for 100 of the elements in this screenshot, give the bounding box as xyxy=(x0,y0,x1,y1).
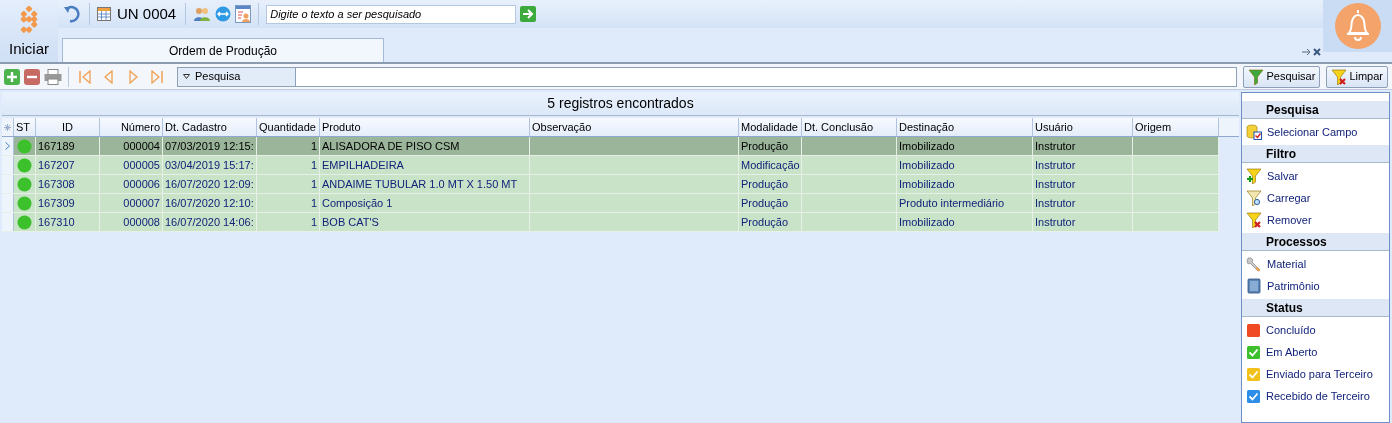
row-selector[interactable] xyxy=(2,175,14,193)
table-cell-text: 167310 xyxy=(38,214,75,230)
table-row[interactable]: 167207 000005 03/04/2019 15:17: 1 EMPILHADEIRA Modificação Imobilizado Instrutor xyxy=(2,156,1219,175)
table-cell-text: Instrutor xyxy=(1035,176,1076,192)
panel-link[interactable]: Enviado para Terceiro xyxy=(1266,365,1373,383)
column-header[interactable]: ST xyxy=(14,118,36,136)
panel-link[interactable]: Carregar xyxy=(1267,189,1311,207)
start-button[interactable]: Iniciar xyxy=(0,0,58,62)
column-header[interactable]: Observação xyxy=(530,118,739,136)
table-cell-text: 000008 xyxy=(123,214,160,230)
table-row[interactable]: 167308 000006 16/07/2020 12:09: 1 ANDAIME TUBULAR 1.0 MT X 1.50 MT Produção Imobilizado Instrutor xyxy=(2,175,1219,194)
table-cell-text: 000004 xyxy=(123,138,160,154)
table-cell-text: 16/07/2020 12:09: xyxy=(165,176,254,192)
row-selector[interactable] xyxy=(2,156,14,174)
table-cell-text: 167309 xyxy=(38,195,75,211)
filter-icon xyxy=(1248,68,1265,85)
column-header[interactable]: Produto xyxy=(320,118,530,136)
clear-button[interactable]: Limpar xyxy=(1326,65,1388,88)
column-header[interactable]: Usuário xyxy=(1033,118,1133,136)
column-header[interactable]: Número xyxy=(100,118,163,136)
table-cell-text: Produção xyxy=(741,176,789,192)
table-cell-text: EMPILHADEIRA xyxy=(322,157,404,173)
bell-icon[interactable] xyxy=(1334,3,1381,49)
table-cell-text: Imobilizado xyxy=(899,176,955,192)
section-header: Processos xyxy=(1242,233,1389,251)
filter-icon xyxy=(1246,190,1262,206)
wrench-icon xyxy=(1246,256,1262,272)
filter-icon xyxy=(1246,168,1262,184)
filter-clear-icon xyxy=(1331,68,1348,85)
table-cell-text: 1 xyxy=(310,157,317,173)
remove-icon[interactable] xyxy=(24,68,40,85)
calendar-icon[interactable] xyxy=(97,7,111,21)
table-cell-text: Imobilizado xyxy=(899,214,955,230)
table-row[interactable]: 167189 000004 07/03/2019 12:15: 1 ALISADORA DE PISO CSM Produção Imobilizado Instrutor xyxy=(2,137,1219,156)
table-cell-text: Imobilizado xyxy=(899,157,955,173)
column-header[interactable]: Dt. Cadastro xyxy=(163,118,257,136)
row-selector[interactable] xyxy=(2,137,14,155)
table-cell-text: 167189 xyxy=(38,138,75,154)
table-cell-text: 000006 xyxy=(123,176,160,192)
panel-link[interactable]: Em Aberto xyxy=(1266,343,1318,361)
contact-card-icon[interactable] xyxy=(235,5,252,23)
close-icon[interactable] xyxy=(1313,48,1321,56)
first-record-icon[interactable] xyxy=(77,69,93,84)
table-row[interactable]: 167310 000008 16/07/2020 14:06: 1 BOB CAT'S Produção Imobilizado Instrutor xyxy=(2,213,1219,232)
unit-label: UN 0004 xyxy=(116,3,178,24)
table-cell-text: ALISADORA DE PISO CSM xyxy=(322,138,460,154)
book-icon xyxy=(1246,278,1262,294)
panel-link[interactable]: Recebido de Terceiro xyxy=(1266,387,1370,405)
table-cell-text: Produção xyxy=(741,195,789,211)
row-selector[interactable] xyxy=(2,213,14,231)
row-selector[interactable] xyxy=(2,194,14,212)
table-cell-text: 167207 xyxy=(38,157,75,173)
table-cell-text: 07/03/2019 12:15: xyxy=(165,138,254,154)
column-header[interactable]: Origem xyxy=(1133,118,1219,136)
undo-icon[interactable] xyxy=(62,5,82,23)
table-cell-text: Instrutor xyxy=(1035,195,1076,211)
table-cell-text: 1 xyxy=(310,214,317,230)
panel-link[interactable]: Patrimônio xyxy=(1267,277,1320,295)
column-header[interactable]: Destinação xyxy=(897,118,1033,136)
table-cell-text: Imobilizado xyxy=(899,138,955,154)
table-row[interactable]: 167309 000007 16/07/2020 12:10: 1 Composição 1 Produção Produto intermediário Instrutor xyxy=(2,194,1219,213)
table-cell-text: Instrutor xyxy=(1035,138,1076,154)
printer-icon[interactable] xyxy=(44,68,62,85)
table-cell-text: Instrutor xyxy=(1035,214,1076,230)
table-cell-text: 000007 xyxy=(123,195,160,211)
panel-link[interactable]: Remover xyxy=(1267,211,1312,229)
table-cell-text: 03/04/2019 15:17: xyxy=(165,157,254,173)
panel-link[interactable]: Concluído xyxy=(1266,321,1316,339)
column-header[interactable]: Modalidade xyxy=(739,118,802,136)
column-header[interactable]: Quantidade xyxy=(257,118,320,136)
table-cell-text: 1 xyxy=(310,195,317,211)
pin-arrow-icon[interactable] xyxy=(1302,48,1312,56)
column-header[interactable]: ID xyxy=(36,118,100,136)
search-field[interactable]: Digite o texto a ser pesquisado xyxy=(266,4,517,24)
last-record-icon[interactable] xyxy=(149,69,165,84)
table-cell-text: Modificação xyxy=(741,157,800,173)
section-header: Pesquisa xyxy=(1242,101,1389,119)
column-header[interactable]: Dt. Conclusão xyxy=(802,118,897,136)
table-cell-text: 16/07/2020 14:06: xyxy=(165,214,254,230)
table-cell-text: Produção xyxy=(741,214,789,230)
arrows-icon[interactable] xyxy=(215,6,232,22)
panel-link[interactable]: Selecionar Campo xyxy=(1267,123,1358,141)
add-icon[interactable] xyxy=(4,68,20,85)
table-cell-text: BOB CAT'S xyxy=(322,214,379,230)
table-cell-text: ANDAIME TUBULAR 1.0 MT X 1.50 MT xyxy=(322,176,518,192)
current-row-icon xyxy=(5,142,10,150)
panel-link[interactable]: Material xyxy=(1267,255,1307,273)
table-cell-text: Produto intermediário xyxy=(899,195,1005,211)
table-cell-text: 1 xyxy=(310,138,317,154)
arrow-right-icon xyxy=(522,9,535,19)
tab[interactable]: Ordem de Produção xyxy=(62,38,384,62)
users-icon[interactable] xyxy=(193,6,212,22)
table-cell-text: Composição 1 xyxy=(322,195,393,211)
filter-icon xyxy=(1246,212,1262,228)
section-header: Status xyxy=(1242,299,1389,317)
panel-link[interactable]: Salvar xyxy=(1267,167,1299,185)
table-cell-text: 167308 xyxy=(38,176,75,192)
table-cell-text: 16/07/2020 12:10: xyxy=(165,195,254,211)
go-button[interactable] xyxy=(520,6,537,22)
search-button[interactable]: Pesquisar xyxy=(1243,65,1321,88)
